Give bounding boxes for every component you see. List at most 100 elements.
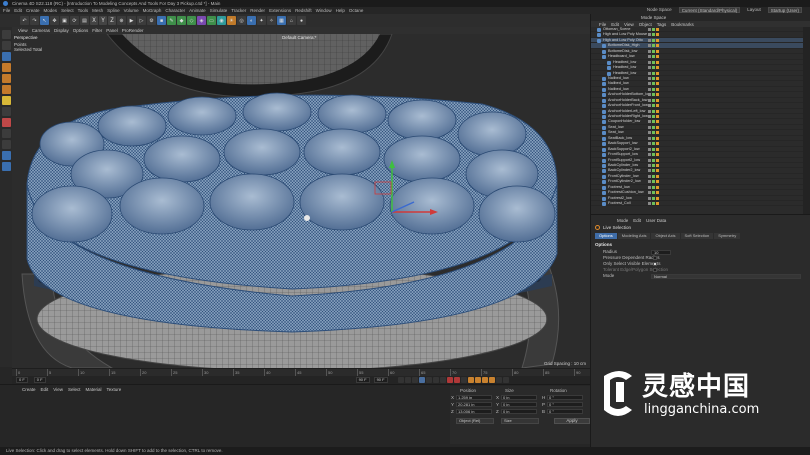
layout-dropdown[interactable]: Startup (User) [767,7,802,13]
object-row[interactable]: Footrest_Coll [591,201,803,207]
object-name[interactable]: Footrest_Coll [608,201,631,206]
next-key-icon[interactable] [432,377,439,383]
uv-mode-icon[interactable] [1,96,11,105]
menu-help[interactable]: Help [336,8,345,13]
object-visibility-flags[interactable] [648,82,659,86]
sphere-icon[interactable]: ● [297,16,306,25]
node-space-dropdown[interactable]: Current (Standard/Physical) [678,7,741,13]
menu-edit[interactable]: Edit [14,8,22,13]
tab-symmetry[interactable]: Symmetry [714,233,741,239]
object-visibility-flags[interactable] [648,158,659,162]
menu-extensions[interactable]: Extensions [269,8,291,13]
recent-tools-icon[interactable]: ▤ [80,16,89,25]
keyframe-selection-icon[interactable] [460,377,467,383]
coordinate-mode-dropdown[interactable]: Object (Rel) [456,418,494,424]
autokey-icon[interactable] [453,377,460,383]
rotation-p-field[interactable]: 0 ° [547,402,583,407]
material-menu-create[interactable]: Create [22,387,36,392]
object-visibility-flags[interactable] [648,109,659,113]
object-menu-edit[interactable]: Edit [611,22,619,27]
size-mode-dropdown[interactable]: Size [501,418,539,424]
rotation-h-field[interactable]: 0 ° [547,395,583,400]
menu-tools[interactable]: Tools [78,8,89,13]
viewport-view-name[interactable]: Perspective [14,35,38,40]
position-y-field[interactable]: 20.281 in [456,402,492,407]
object-menu-file[interactable]: File [599,22,606,27]
viewport-menu-filter[interactable]: Filter [92,28,102,33]
object-visibility-flags[interactable] [648,196,659,200]
previous-frame-icon[interactable] [411,377,418,383]
pressure-radius-checkbox[interactable] [653,256,657,260]
menu-mesh[interactable]: Mesh [92,8,103,13]
deformer-icon[interactable]: ◈ [197,16,206,25]
object-visibility-flags[interactable] [648,153,659,157]
go-to-start-icon[interactable] [397,377,404,383]
menu-tracker[interactable]: Tracker [231,8,246,13]
position-x-field[interactable]: 1.259 in [456,395,492,400]
menu-render[interactable]: Render [250,8,265,13]
object-visibility-flags[interactable] [648,98,659,102]
attr-menu-edit[interactable]: Edit [633,218,641,223]
object-visibility-flags[interactable] [648,66,659,70]
material-menu-select[interactable]: Select [68,387,81,392]
object-visibility-flags[interactable] [648,55,659,59]
play-icon[interactable] [418,377,425,383]
key-scale-icon[interactable] [474,377,481,383]
viewport-menu-prorender[interactable]: ProRender [122,28,144,33]
edges-mode-icon[interactable] [1,74,11,83]
menu-create[interactable]: Create [26,8,40,13]
z-axis-lock[interactable]: Z [108,16,116,25]
size-z-field[interactable]: 0 in [501,409,537,414]
object-visibility-flags[interactable] [648,38,659,42]
tab-modeling-axis[interactable]: Modeling Axis [617,233,651,239]
object-visibility-flags[interactable] [648,120,659,124]
object-visibility-flags[interactable] [648,131,659,135]
undo-icon[interactable]: ↶ [20,16,29,25]
object-visibility-flags[interactable] [648,71,659,75]
menu-modes[interactable]: Modes [44,8,58,13]
size-y-field[interactable]: 0 in [501,402,537,407]
viewport-menu-display[interactable]: Display [54,28,69,33]
current-frame-field[interactable]: 0 F [16,377,28,383]
material-menu-view[interactable]: View [53,387,63,392]
workplane-icon[interactable] [1,129,11,138]
material-menu-texture[interactable]: Texture [107,387,122,392]
x-axis-lock[interactable]: X [90,16,98,25]
menu-spline[interactable]: Spline [107,8,120,13]
end-frame-field-2[interactable]: 90 F [373,377,388,383]
object-visibility-flags[interactable] [648,93,659,97]
object-menu-bookmarks[interactable]: Bookmarks [671,22,694,27]
attr-menu-mode[interactable]: Mode [617,218,628,223]
object-visibility-flags[interactable] [648,104,659,108]
object-visibility-flags[interactable] [648,44,659,48]
next-frame-icon[interactable] [425,377,432,383]
3d-viewport[interactable]: Perspective Points Selected Total Defaul… [12,34,590,368]
object-visibility-flags[interactable] [648,87,659,91]
tab-options[interactable]: Options [595,233,617,239]
tab-object-axis[interactable]: Object Axis [651,233,680,239]
menu-octane[interactable]: Octane [349,8,364,13]
model-mode-icon[interactable] [1,41,11,50]
size-x-field[interactable]: 0 in [501,395,537,400]
axis-mode-icon[interactable] [1,107,11,116]
light-icon[interactable]: ☀ [227,16,236,25]
scale-icon[interactable]: ▣ [60,16,69,25]
viewport-menu-options[interactable]: Options [73,28,89,33]
object-visibility-flags[interactable] [648,180,659,184]
object-visibility-flags[interactable] [648,28,659,31]
object-visibility-flags[interactable] [648,33,659,37]
timeline-ruler[interactable]: 0 5 10 15 20 25 30 35 40 45 50 55 60 65 … [12,368,590,377]
object-visibility-flags[interactable] [648,136,659,140]
menu-window[interactable]: Window [316,8,332,13]
object-menu-view[interactable]: View [624,22,634,27]
menu-animate[interactable]: Animate [189,8,206,13]
key-position-icon[interactable] [467,377,474,383]
key-parameter-icon[interactable] [488,377,495,383]
y-axis-lock[interactable]: Y [99,16,107,25]
object-visibility-flags[interactable] [648,60,659,64]
object-list-scrollbar[interactable] [803,27,810,214]
solo-icon[interactable] [1,140,11,149]
render-settings-icon[interactable]: ⚙ [147,16,156,25]
material-menu-material[interactable]: Material [85,387,101,392]
lock-workplane-icon[interactable] [1,151,11,160]
